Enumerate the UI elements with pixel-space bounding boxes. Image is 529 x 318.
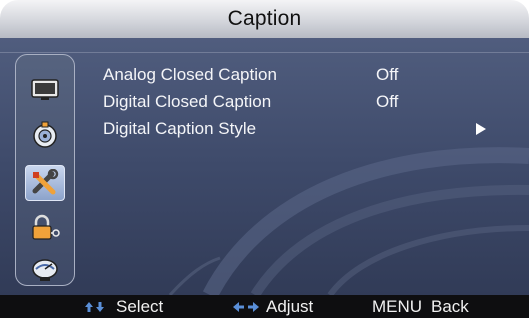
back-hint: Back [431,297,469,316]
caption-menu-window: Caption Analog Closed Caption Off Digita… [0,0,529,318]
analog-closed-caption-value: Off [376,65,399,84]
select-hint: Select [116,297,164,316]
digital-closed-caption-label: Digital Closed Caption [103,92,272,111]
channel-icon[interactable] [29,257,61,283]
adjust-hint: Adjust [266,297,314,316]
menu-panel: Analog Closed Caption Off Digital Closed… [0,38,529,295]
sound-icon[interactable] [29,121,61,148]
footer-hint-bar: Select Adjust MENU Back [0,295,529,318]
up-down-arrows-icon [85,302,104,312]
submenu-arrow-icon [476,123,486,135]
digital-closed-caption-value: Off [376,92,399,111]
analog-closed-caption-row[interactable]: Analog Closed Caption Off [103,65,503,87]
picture-icon[interactable] [29,76,61,102]
menu-key-label: MENU [372,297,423,316]
menu-title: Caption [227,7,302,30]
digital-closed-caption-row[interactable]: Digital Closed Caption Off [103,92,503,114]
digital-caption-style-row[interactable]: Digital Caption Style [103,119,503,141]
category-sidebar [15,54,75,286]
digital-caption-style-label: Digital Caption Style [103,119,257,138]
setup-icon[interactable] [25,165,65,201]
title-bar: Caption [0,0,529,39]
left-right-arrows-icon [233,302,259,312]
lock-icon[interactable] [29,214,61,241]
analog-closed-caption-label: Analog Closed Caption [103,65,277,84]
